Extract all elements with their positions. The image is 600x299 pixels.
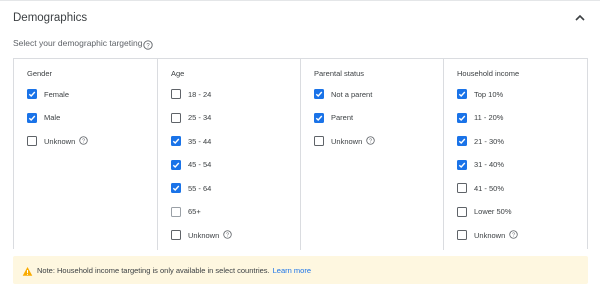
option-label: 18 - 24	[188, 89, 212, 99]
option-household-income-41-50[interactable]: 41 - 50%	[457, 181, 504, 195]
help-icon[interactable]: ?	[366, 132, 375, 150]
option-gender-female[interactable]: Female	[27, 87, 69, 101]
column-gender: Gender Female Male Unknown?	[14, 59, 157, 250]
option-label: Not a parent	[331, 89, 373, 99]
option-parental-status-not-a-parent[interactable]: Not a parent	[314, 87, 372, 101]
checkmark-icon	[315, 115, 323, 121]
option-label: Top 10%	[474, 89, 504, 99]
checkbox[interactable]	[457, 136, 467, 146]
checkbox[interactable]	[171, 136, 181, 146]
option-household-income-11-20[interactable]: 11 - 20%	[457, 111, 503, 125]
option-label: 31 - 40%	[474, 160, 505, 169]
checkbox[interactable]	[457, 206, 467, 217]
checkmark-icon	[458, 138, 466, 145]
column-header: Parental status	[314, 69, 365, 78]
option-age-35-44[interactable]: 35 - 44	[171, 134, 211, 148]
warning-icon	[22, 264, 33, 282]
checkbox[interactable]	[314, 136, 324, 146]
help-icon[interactable]: ?	[79, 132, 88, 150]
column-household-income: Household income Top 10% 11 - 20% 21 - 30% 3…	[443, 59, 587, 250]
option-label: 55 - 64	[188, 183, 212, 193]
option-label: 35 - 44	[188, 136, 212, 146]
checkbox[interactable]	[27, 136, 37, 146]
checkbox[interactable]	[457, 89, 467, 99]
checkmark-icon	[172, 162, 180, 168]
option-age-unknown[interactable]: Unknown?	[171, 228, 232, 242]
checkbox[interactable]	[314, 112, 324, 123]
checkbox[interactable]	[171, 183, 181, 193]
collapse-button[interactable]	[573, 11, 587, 25]
option-parental-status-unknown[interactable]: Unknown?	[314, 134, 375, 148]
checkbox[interactable]	[314, 89, 324, 99]
option-label: 45 - 54	[188, 160, 212, 169]
option-label: 25 - 34	[188, 113, 212, 122]
option-age-45-54[interactable]: 45 - 54	[171, 158, 211, 172]
checkbox[interactable]	[27, 89, 37, 99]
option-household-income-lower-50[interactable]: Lower 50%	[457, 205, 512, 219]
option-label: Unknown	[188, 230, 220, 240]
checkbox[interactable]	[171, 230, 181, 240]
checkmark-icon	[315, 91, 323, 98]
svg-text:?: ?	[369, 139, 372, 145]
help-icon[interactable]: ?	[223, 226, 232, 244]
checkbox[interactable]	[457, 230, 467, 240]
checkbox[interactable]	[171, 159, 181, 170]
checkbox[interactable]	[171, 206, 181, 217]
option-label: Unknown	[474, 230, 506, 240]
option-label: 21 - 30%	[474, 136, 505, 146]
column-header: Household income	[457, 69, 520, 78]
checkbox[interactable]	[457, 112, 467, 123]
notice-message: Note: Household income targeting is only…	[37, 266, 270, 275]
option-household-income-31-40[interactable]: 31 - 40%	[457, 158, 504, 172]
help-icon[interactable]: ?	[143, 37, 153, 55]
checkbox[interactable]	[171, 112, 181, 123]
checkmark-icon	[172, 138, 180, 145]
checkbox[interactable]	[27, 112, 37, 123]
section-subtitle: Select your demographic targeting	[13, 38, 143, 48]
demographics-grid: Gender Female Male Unknown? Age 18 - 24 25 - 3…	[13, 58, 588, 250]
demographics-panel-header[interactable]: Demographics	[0, 0, 600, 36]
option-label: Unknown	[331, 136, 363, 146]
option-label: Unknown	[44, 136, 76, 146]
chevron-up-icon	[575, 14, 585, 21]
option-age-25-34[interactable]: 25 - 34	[171, 111, 211, 125]
checkbox[interactable]	[171, 89, 181, 99]
income-notice: Note: Household income targeting is only…	[13, 256, 588, 284]
option-label: 11 - 20%	[474, 113, 504, 122]
option-gender-male[interactable]: Male	[27, 111, 60, 125]
option-label: 41 - 50%	[474, 183, 505, 193]
option-label: Female	[44, 89, 70, 99]
option-gender-unknown[interactable]: Unknown?	[27, 134, 88, 148]
option-label: 65+	[188, 207, 201, 216]
checkbox[interactable]	[457, 159, 467, 170]
help-icon[interactable]: ?	[509, 226, 518, 244]
svg-text:?: ?	[226, 233, 229, 239]
option-label: Parent	[331, 113, 354, 122]
option-household-income-unknown[interactable]: Unknown?	[457, 228, 518, 242]
checkmark-icon	[458, 91, 466, 98]
checkmark-icon	[28, 115, 36, 121]
option-age-65[interactable]: 65+	[171, 205, 201, 219]
notice-text: Note: Household income targeting is only…	[37, 266, 311, 275]
option-age-55-64[interactable]: 55 - 64	[171, 181, 211, 195]
checkmark-icon	[28, 91, 36, 98]
checkbox[interactable]	[457, 183, 467, 193]
option-label: Lower 50%	[474, 207, 512, 216]
option-label: Male	[44, 113, 61, 122]
column-header: Gender	[27, 69, 53, 78]
svg-text:?: ?	[82, 139, 85, 145]
option-parental-status-parent[interactable]: Parent	[314, 111, 353, 125]
checkmark-icon	[458, 162, 466, 168]
option-household-income-top-10[interactable]: Top 10%	[457, 87, 503, 101]
learn-more-link[interactable]: Learn more	[273, 266, 311, 275]
checkmark-icon	[458, 115, 466, 121]
option-household-income-21-30[interactable]: 21 - 30%	[457, 134, 504, 148]
panel-title: Demographics	[13, 12, 88, 24]
column-header: Age	[171, 69, 185, 78]
option-age-18-24[interactable]: 18 - 24	[171, 87, 211, 101]
column-parental-status: Parental status Not a parent Parent Unknown…	[300, 59, 443, 250]
svg-text:?: ?	[512, 233, 515, 239]
checkmark-icon	[172, 185, 180, 192]
column-age: Age 18 - 24 25 - 34 35 - 44 45 - 54 55 - 64 65…	[157, 59, 300, 250]
